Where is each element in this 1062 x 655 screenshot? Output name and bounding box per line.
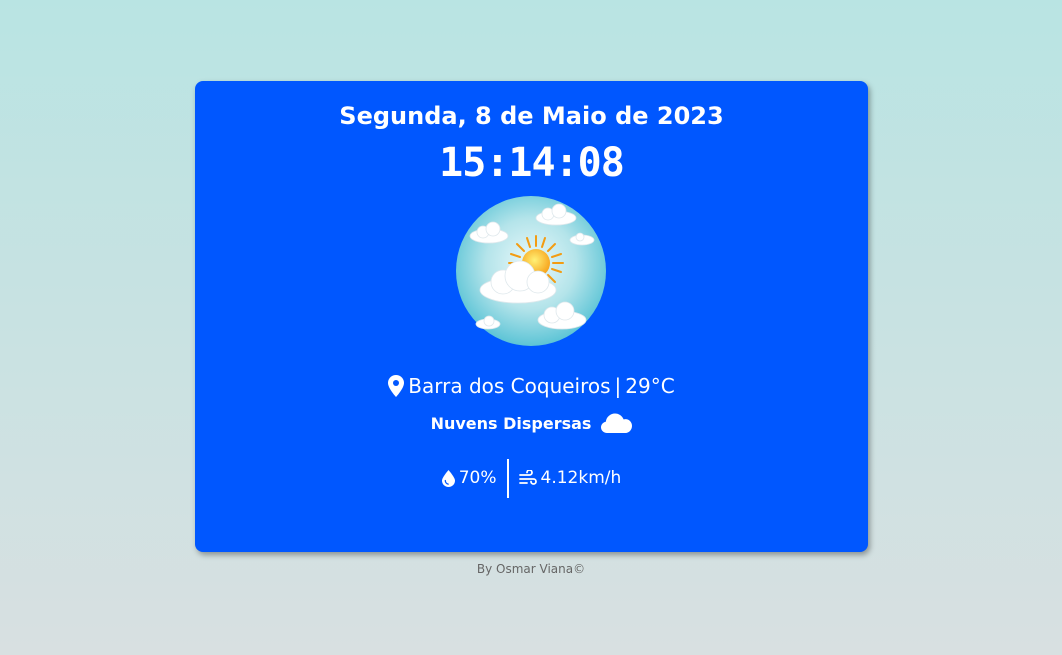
cloud-icon bbox=[601, 413, 633, 433]
separator: | bbox=[614, 374, 622, 398]
footer-credit: By Osmar Viana© bbox=[476, 562, 586, 576]
wind-stat: 4.12km/h bbox=[509, 468, 632, 488]
weather-card: Segunda, 8 de Maio de 2023 15:14:08 Barr… bbox=[195, 81, 868, 552]
current-date: Segunda, 8 de Maio de 2023 bbox=[339, 102, 724, 130]
scattered-clouds-sun-icon bbox=[456, 196, 606, 346]
wind-value: 4.12km/h bbox=[540, 468, 622, 488]
water-drop-icon bbox=[441, 469, 455, 487]
humidity-value: 70% bbox=[458, 468, 497, 488]
temperature: 29°C bbox=[625, 374, 675, 398]
weather-description: Nuvens Dispersas bbox=[430, 413, 592, 433]
description-row: Nuvens Dispersas bbox=[195, 411, 868, 435]
current-time: 15:14:08 bbox=[439, 140, 625, 186]
location-row: Barra dos Coqueiros | 29°C bbox=[195, 372, 868, 400]
map-pin-icon bbox=[388, 375, 405, 397]
humidity-stat: 70% bbox=[432, 468, 507, 488]
stats-row: 70% 4.12km/h bbox=[195, 458, 868, 498]
wind-icon bbox=[518, 470, 537, 485]
city-name: Barra dos Coqueiros bbox=[408, 374, 611, 398]
